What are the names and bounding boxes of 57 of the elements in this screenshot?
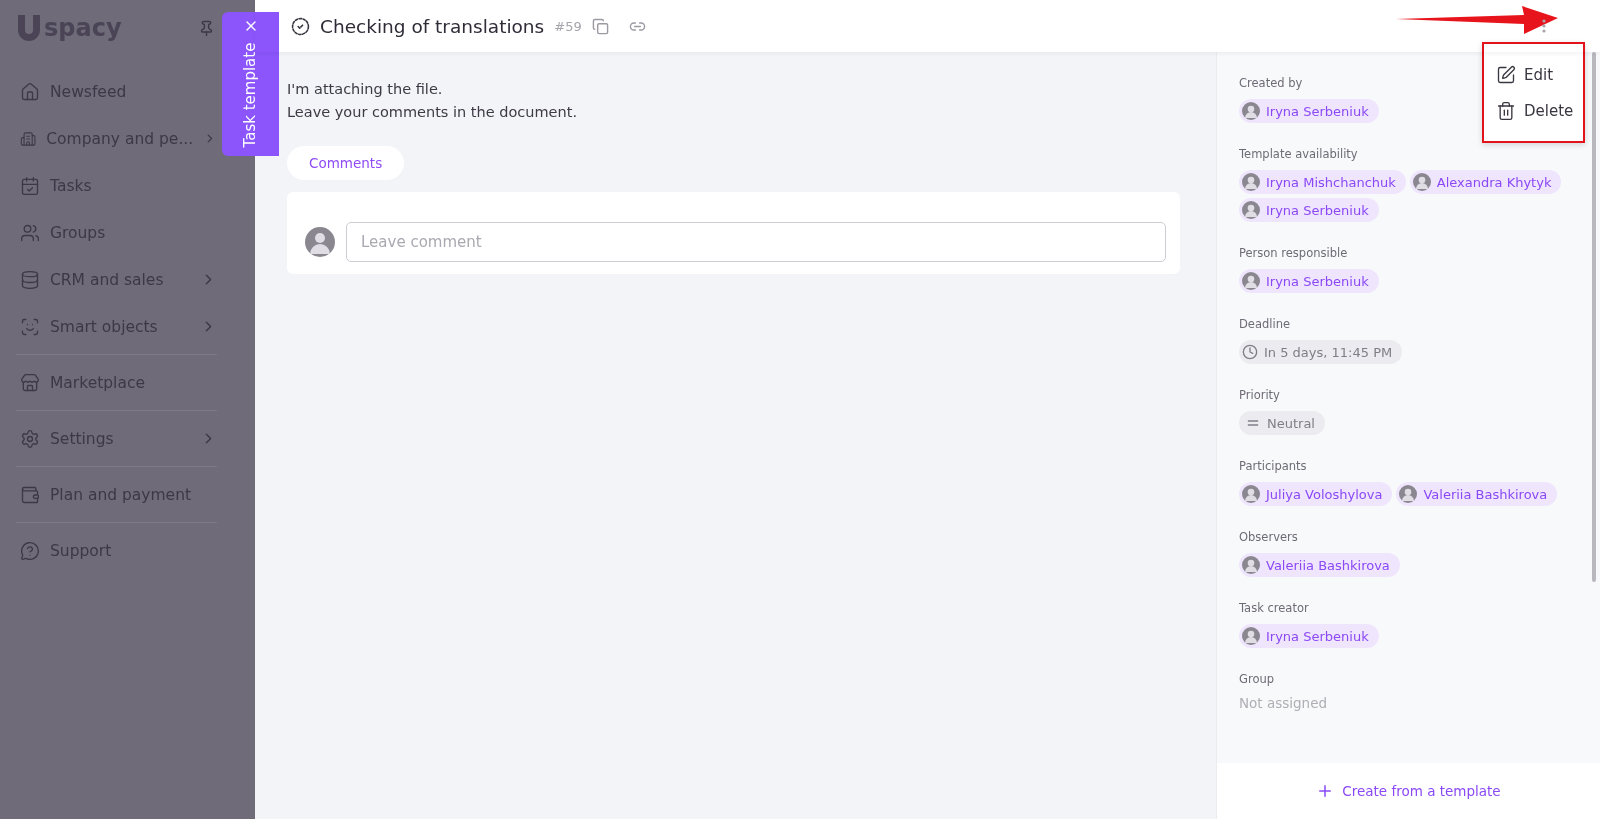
task-number: #59 [554,18,582,34]
field-label: Observers [1239,530,1299,544]
scrollbar[interactable] [1592,52,1596,582]
avatar-icon [305,227,335,257]
clock-icon [1242,344,1258,360]
person-chip[interactable]: Iryna Mishchanchuk [1239,170,1406,194]
menu-item-icon [20,81,40,102]
trash-icon [1496,100,1516,121]
deadline-chip[interactable]: In 5 days, 11:45 PM [1239,340,1403,364]
field-label: Person responsible [1239,246,1349,260]
comment-input[interactable]: Leave comment [346,222,1166,262]
avatar-icon [1242,102,1260,120]
field-label: Participants [1239,459,1308,473]
person-chip[interactable]: Iryna Serbeniuk [1239,99,1379,123]
person-chip[interactable]: Juliya Voloshylova [1239,482,1393,506]
avatar-icon [1242,272,1260,290]
description-text: Leave your comments in the document. [287,103,578,122]
avatar-icon [1242,485,1260,503]
field-label: Deadline [1239,317,1292,331]
pin-icon[interactable] [198,19,215,37]
menu-item-icon [20,484,40,505]
avatar-icon [1242,173,1260,191]
avatar-icon [1412,173,1431,191]
task-status-icon[interactable] [291,16,310,36]
field-label: Created by [1239,76,1304,90]
side-tab[interactable]: Task template [222,12,279,156]
field-label: Group [1239,672,1275,686]
task-title: Checking of translations [320,15,545,37]
menu-item[interactable]: Edit [1496,64,1583,85]
field-label: Template availability [1239,147,1359,161]
edit-icon [1496,64,1516,85]
priority-chip[interactable]: Neutral [1239,411,1325,435]
avatar-icon [1242,556,1260,574]
copy-icon[interactable] [591,17,609,35]
avatar-icon [1399,485,1418,503]
person-chip[interactable]: Alexandra Khytyk [1409,170,1562,194]
avatar-icon [1242,627,1260,645]
menu-item-icon [20,372,40,393]
comments-tab[interactable]: Comments [287,146,405,180]
menu-item-icon [20,222,40,243]
avatar-icon [1242,201,1260,219]
menu-item-icon [20,540,40,561]
person-chip[interactable]: Valeriia Bashkirova [1239,553,1400,577]
menu-item[interactable]: Delete [1496,100,1583,121]
menu-item-icon [20,269,40,290]
description-text: I'm attaching the file. [287,80,444,99]
menu-item-icon [20,175,40,196]
field-label: Priority [1239,388,1281,402]
field-label: Task creator [1239,601,1310,615]
person-chip[interactable]: Iryna Serbeniuk [1239,624,1379,648]
create-from-template-button[interactable]: Create from a template [1217,763,1600,819]
menu-item-icon [20,428,40,449]
person-chip[interactable]: Iryna Serbeniuk [1239,198,1379,222]
menu-item-icon [20,316,40,337]
person-chip[interactable]: Iryna Serbeniuk [1239,269,1379,293]
person-chip[interactable]: Valeriia Bashkirova [1396,482,1558,506]
field-value: Not assigned [1239,695,1329,711]
